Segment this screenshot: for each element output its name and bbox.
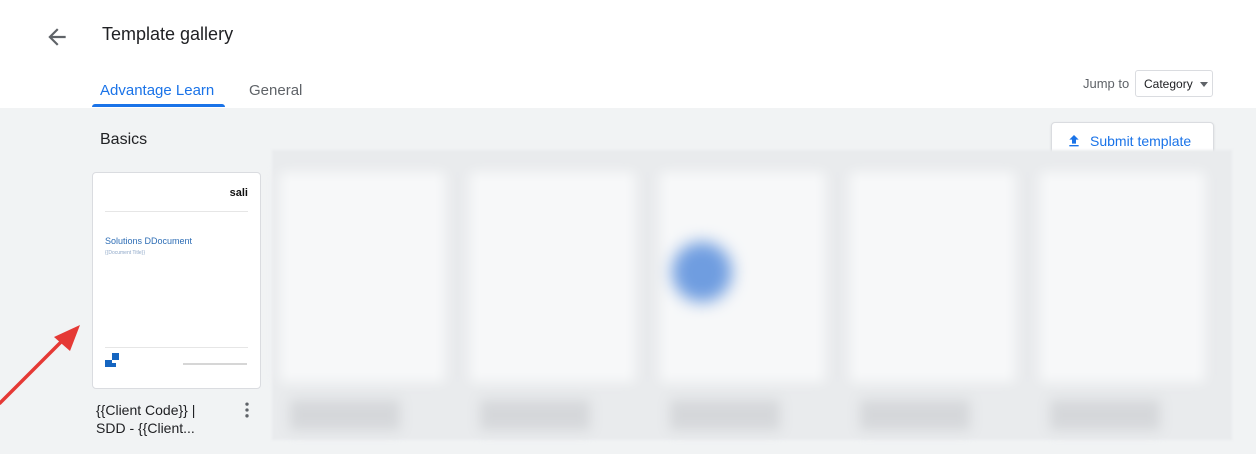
template-logo: sali — [229, 187, 248, 199]
page-title: Template gallery — [102, 24, 234, 44]
blurred-templates — [272, 150, 1232, 440]
tab-advantage-learn[interactable]: Advantage Learn — [100, 82, 214, 99]
category-select[interactable]: Category — [1135, 70, 1213, 97]
template-card-label[interactable]: {{Client Code}} | SDD - {{Client... — [96, 401, 228, 437]
preview-fine-print — [183, 363, 247, 365]
template-card-thumbnail[interactable]: sali Solutions DDocument {{Document Titl… — [92, 172, 261, 389]
preview-doc-subtitle: {{Document Title}} — [105, 250, 146, 256]
template-more-button[interactable] — [237, 400, 257, 420]
back-arrow-icon — [48, 28, 66, 46]
upload-icon — [1069, 135, 1079, 147]
submit-template-label: Submit template — [1090, 133, 1192, 149]
category-select-value: Category — [1144, 77, 1193, 91]
section-title: Basics — [100, 131, 148, 148]
active-tab-indicator — [92, 104, 225, 107]
chevron-down-icon — [1200, 82, 1208, 87]
header: Template gallery Advantage Learn General… — [0, 0, 1256, 108]
annotation-arrow — [0, 325, 80, 405]
preview-footer-divider — [105, 347, 248, 348]
jump-to-label: Jump to — [1083, 76, 1130, 91]
preview-footer-logo — [105, 353, 119, 367]
preview-divider — [105, 211, 248, 212]
more-vert-icon — [245, 402, 249, 418]
tab-general[interactable]: General — [249, 82, 302, 99]
preview-doc-title: Solutions DDocument — [105, 236, 193, 246]
back-button[interactable] — [44, 24, 70, 50]
